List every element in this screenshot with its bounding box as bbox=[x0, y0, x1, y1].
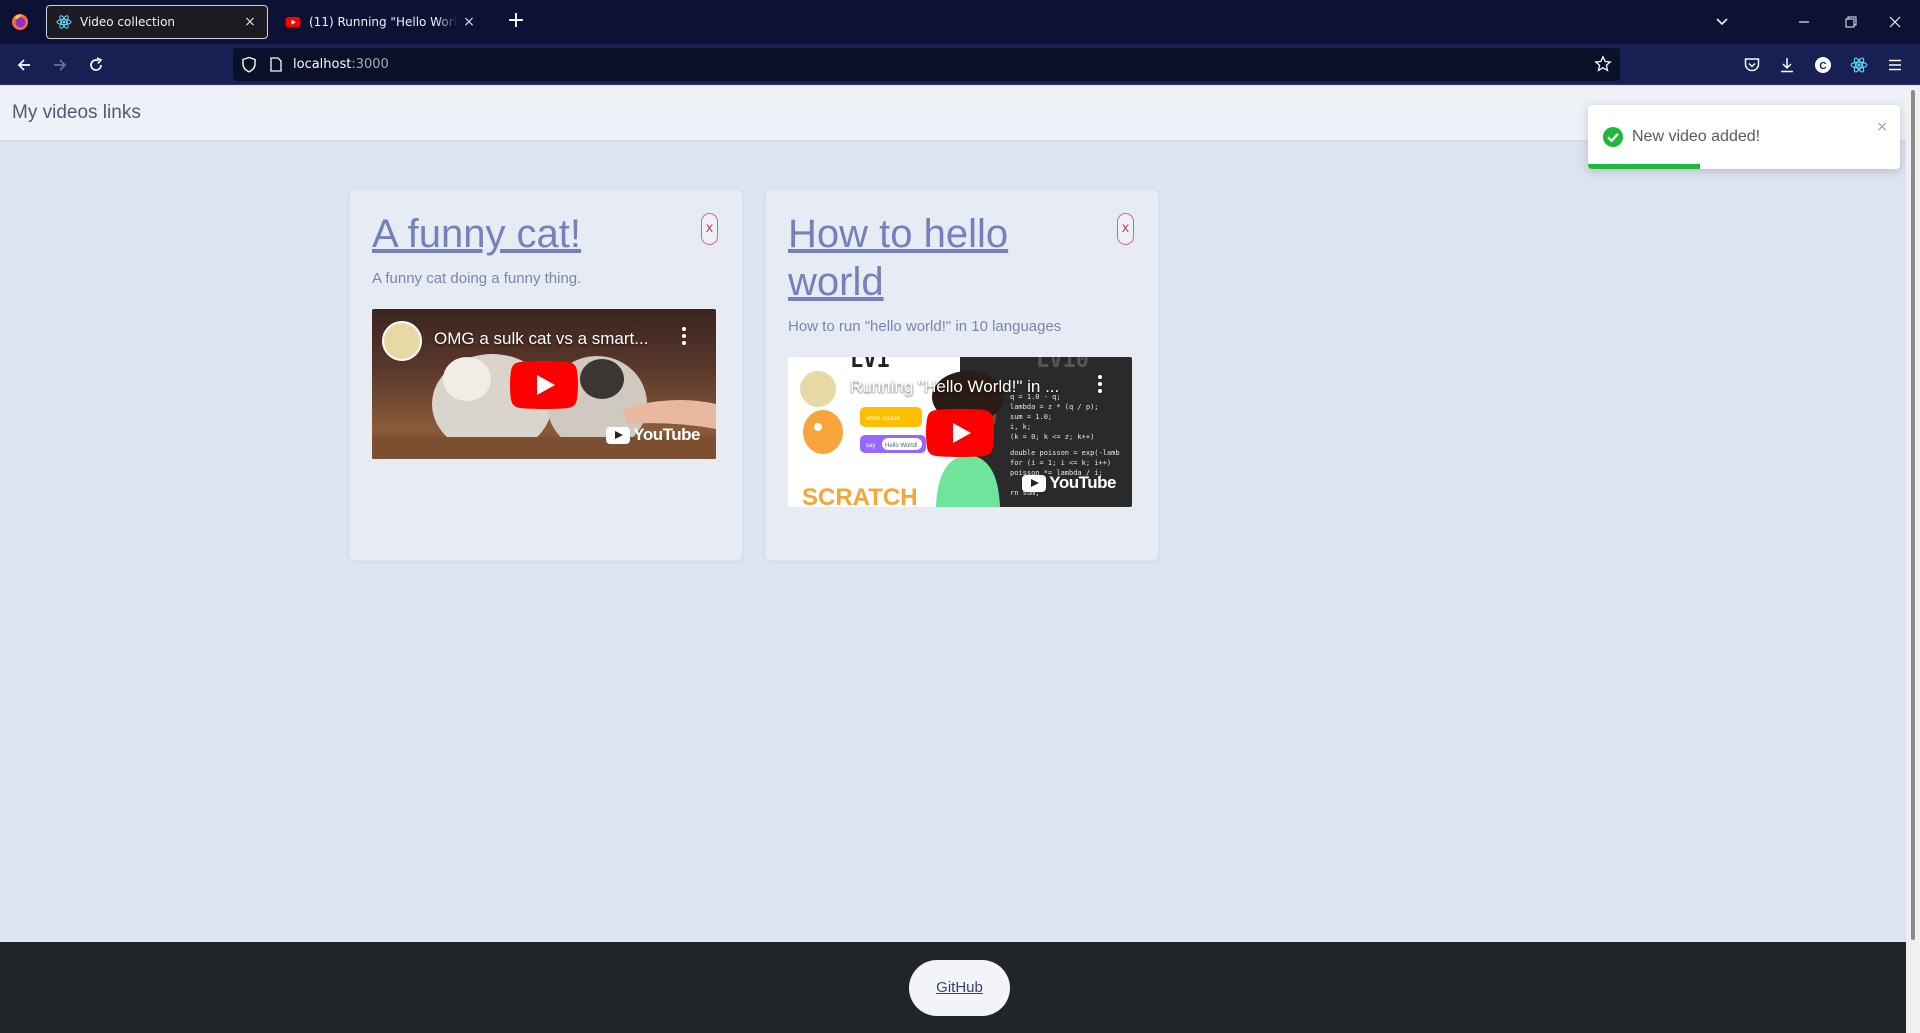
tab-title: (11) Running "Hello World!" in 10 FAMOUS… bbox=[309, 15, 458, 29]
site-title: My videos links bbox=[12, 102, 141, 123]
thumb-label-scratch: SCRATCH bbox=[802, 484, 918, 507]
channel-avatar[interactable] bbox=[798, 369, 838, 409]
scratch-say-block: say bbox=[866, 443, 875, 449]
minimize-icon[interactable] bbox=[1791, 10, 1817, 34]
site-footer: GitHub bbox=[0, 942, 1906, 1033]
reload-button[interactable] bbox=[83, 53, 109, 77]
youtube-icon bbox=[285, 17, 301, 28]
channel-avatar[interactable] bbox=[382, 321, 422, 361]
more-options-icon[interactable] bbox=[682, 327, 686, 348]
thumb-label-lv1: LV1 bbox=[850, 357, 890, 373]
toast-message: New video added! bbox=[1632, 128, 1761, 145]
account-avatar-icon[interactable]: C bbox=[1814, 56, 1832, 74]
react-devtools-icon[interactable] bbox=[1850, 56, 1868, 74]
card-title-link[interactable]: How to hello world bbox=[788, 210, 1088, 306]
list-all-tabs-icon[interactable] bbox=[1709, 10, 1735, 34]
back-button[interactable] bbox=[11, 53, 37, 77]
new-tab-button[interactable]: + bbox=[503, 8, 529, 36]
toast-progress-bar bbox=[1588, 164, 1701, 169]
svg-text:i, k;: i, k; bbox=[1010, 423, 1031, 431]
toast-close-icon[interactable]: × bbox=[1876, 119, 1888, 135]
scratch-hello-world-input: Hello World! bbox=[885, 443, 918, 449]
youtube-embed-player[interactable]: OMG a sulk cat vs a smart... YouTube bbox=[372, 309, 716, 459]
arrow-left-icon bbox=[17, 59, 30, 71]
svg-text:sum = 1.0;: sum = 1.0; bbox=[1010, 413, 1052, 421]
video-card: How to hello world x How to run "hello w… bbox=[766, 190, 1158, 560]
svg-text:for (i = 1; i <= k; i++): for (i = 1; i <= k; i++) bbox=[1010, 459, 1111, 467]
pocket-icon[interactable] bbox=[1743, 56, 1761, 74]
svg-text:(k = 0; k <= z; k++): (k = 0; k <= z; k++) bbox=[1010, 433, 1094, 441]
check-circle-icon bbox=[1603, 127, 1623, 147]
browser-tab-bar: Video collection × (11) Running "Hello W… bbox=[0, 0, 1920, 44]
download-icon[interactable] bbox=[1778, 56, 1796, 74]
firefox-menu-icon[interactable] bbox=[11, 13, 29, 31]
youtube-embed-player[interactable]: LV1 LV10 q = 1.0 - q; lambda = z * (q / … bbox=[788, 357, 1132, 507]
card-description: How to run "hello world!" in 10 language… bbox=[788, 318, 1062, 335]
restore-icon[interactable] bbox=[1837, 10, 1863, 34]
svg-text:double poisson = exp(-lamb: double poisson = exp(-lamb bbox=[1010, 449, 1120, 457]
video-card: A funny cat! x A funny cat doing a funny… bbox=[350, 190, 742, 560]
page-icon[interactable] bbox=[269, 57, 283, 72]
youtube-logo[interactable]: YouTube bbox=[1022, 473, 1116, 493]
youtube-logo[interactable]: YouTube bbox=[606, 425, 700, 445]
tab-youtube-hello-world[interactable]: (11) Running "Hello World!" in 10 FAMOUS… bbox=[276, 5, 486, 39]
close-window-icon[interactable] bbox=[1882, 10, 1908, 34]
remove-video-button[interactable]: x bbox=[1117, 213, 1134, 245]
url-text[interactable]: localhost:3000 bbox=[293, 57, 389, 72]
video-title[interactable]: OMG a sulk cat vs a smart... bbox=[434, 329, 648, 349]
video-title[interactable]: Running "Hello World!" in ... bbox=[850, 377, 1059, 397]
card-title-link[interactable]: A funny cat! bbox=[372, 210, 672, 258]
address-bar[interactable]: localhost:3000 bbox=[233, 48, 1620, 81]
scratch-when-clicked-block: when clicked bbox=[865, 416, 900, 422]
hamburger-menu-icon[interactable] bbox=[1886, 56, 1904, 74]
github-link-button[interactable]: GitHub bbox=[909, 960, 1010, 1016]
tab-close-icon[interactable]: × bbox=[239, 14, 261, 30]
more-options-icon[interactable] bbox=[1098, 375, 1102, 396]
page-scrollbar[interactable] bbox=[1906, 86, 1920, 1033]
bookmark-star-icon[interactable] bbox=[1594, 55, 1612, 73]
tab-close-icon[interactable]: × bbox=[458, 14, 480, 30]
scrollbar-thumb[interactable] bbox=[1911, 90, 1915, 940]
tab-title: Video collection bbox=[80, 15, 176, 29]
remove-video-button[interactable]: x bbox=[701, 213, 718, 245]
thumb-label-lv10: LV10 bbox=[1036, 357, 1089, 373]
svg-text:lambda = z * (q / p);: lambda = z * (q / p); bbox=[1010, 403, 1099, 411]
react-icon bbox=[56, 15, 72, 29]
tab-video-collection[interactable]: Video collection × bbox=[46, 5, 268, 39]
forward-button[interactable] bbox=[47, 53, 73, 77]
play-button-icon[interactable] bbox=[510, 361, 578, 409]
shield-icon[interactable] bbox=[241, 56, 257, 73]
browser-nav-bar: localhost:3000 C bbox=[0, 44, 1920, 85]
reload-icon bbox=[90, 57, 103, 71]
arrow-right-icon bbox=[54, 59, 67, 71]
success-toast[interactable]: New video added! × bbox=[1588, 105, 1900, 169]
card-description: A funny cat doing a funny thing. bbox=[372, 270, 582, 287]
play-button-icon[interactable] bbox=[926, 409, 994, 457]
svg-text:C: C bbox=[1819, 61, 1826, 72]
